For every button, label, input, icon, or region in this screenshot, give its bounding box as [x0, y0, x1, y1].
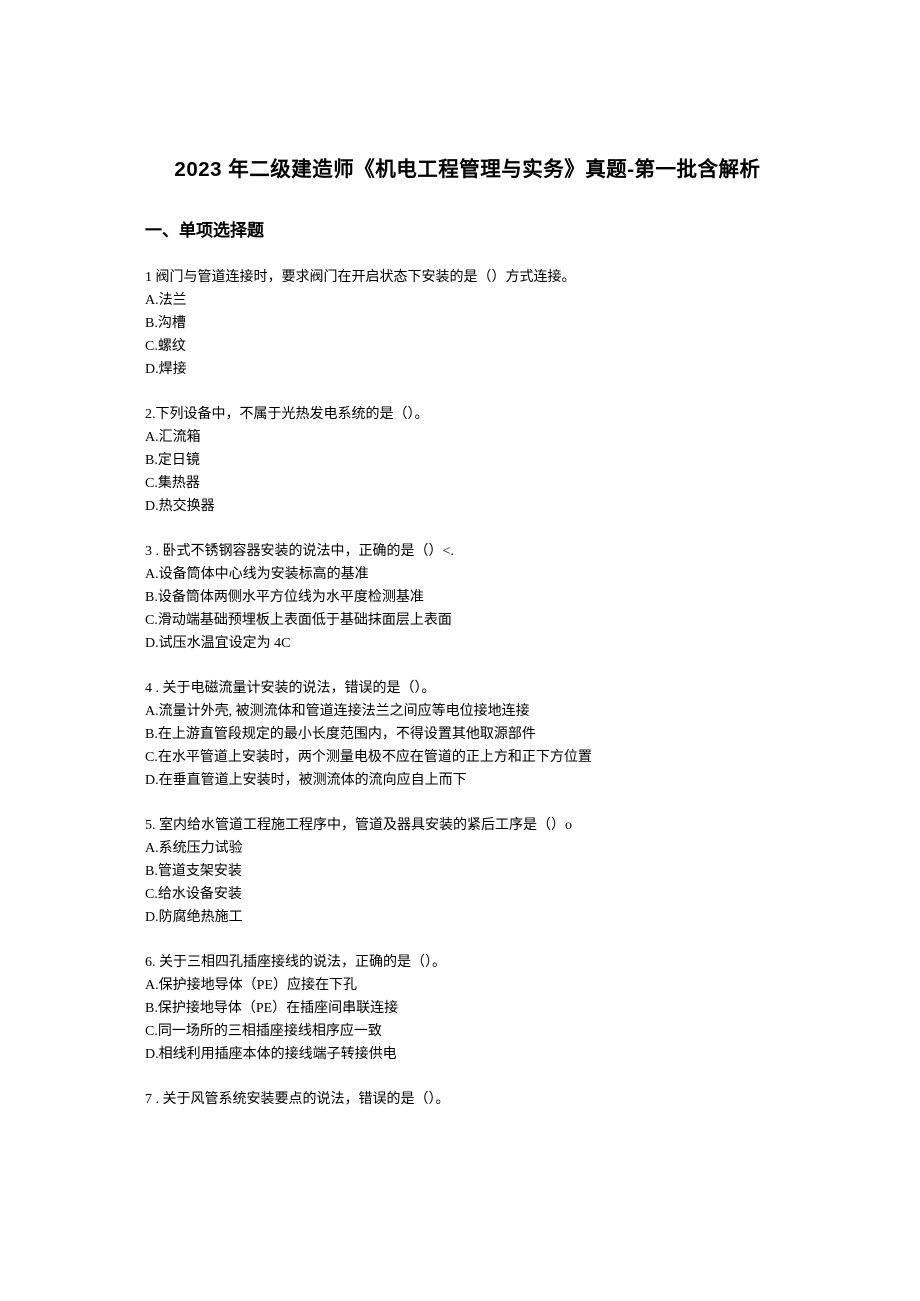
question-option: C.螺纹: [145, 336, 790, 357]
question-option: D.焊接: [145, 359, 790, 380]
question-stem: 4 . 关于电磁流量计安装的说法，错误的是（）。: [145, 678, 790, 699]
question-option: A.保护接地导体（PE）应接在下孔: [145, 975, 790, 996]
question-option: C.给水设备安装: [145, 884, 790, 905]
question-option: D.在垂直管道上安装时，被测流体的流向应自上而下: [145, 770, 790, 791]
question-option: B.保护接地导体（PE）在插座间串联连接: [145, 998, 790, 1019]
question-option: B.沟槽: [145, 313, 790, 334]
question-option: D.试压水温宜设定为 4C: [145, 633, 790, 654]
question-block: 4 . 关于电磁流量计安装的说法，错误的是（）。 A.流量计外壳, 被测流体和管…: [145, 678, 790, 791]
question-stem: 1 阀门与管道连接时，要求阀门在开启状态下安装的是（）方式连接。: [145, 267, 790, 288]
question-option: B.定日镜: [145, 450, 790, 471]
question-stem: 7 . 关于风管系统安装要点的说法，错误的是（）。: [145, 1089, 790, 1110]
question-option: B.管道支架安装: [145, 861, 790, 882]
question-option: C.集热器: [145, 473, 790, 494]
question-block: 1 阀门与管道连接时，要求阀门在开启状态下安装的是（）方式连接。 A.法兰 B.…: [145, 267, 790, 380]
question-option: C.滑动端基础预埋板上表面低于基础抹面层上表面: [145, 610, 790, 631]
question-option: A.流量计外壳, 被测流体和管道连接法兰之间应等电位接地连接: [145, 701, 790, 722]
question-option: A.法兰: [145, 290, 790, 311]
section-heading: 一、单项选择题: [145, 218, 790, 244]
question-option: D.热交换器: [145, 496, 790, 517]
question-option: D.防腐绝热施工: [145, 907, 790, 928]
question-option: A.汇流箱: [145, 427, 790, 448]
question-option: C.同一场所的三相插座接线相序应一致: [145, 1021, 790, 1042]
page-title: 2023 年二级建造师《机电工程管理与实务》真题-第一批含解析: [145, 155, 790, 186]
question-option: D.相线利用插座本体的接线端子转接供电: [145, 1044, 790, 1065]
question-block: 3 . 卧式不锈钢容器安装的说法中，正确的是（）<. A.设备筒体中心线为安装标…: [145, 541, 790, 654]
question-option: A.系统压力试验: [145, 838, 790, 859]
question-stem: 3 . 卧式不锈钢容器安装的说法中，正确的是（）<.: [145, 541, 790, 562]
question-stem: 5. 室内给水管道工程施工程序中，管道及器具安装的紧后工序是（）o: [145, 815, 790, 836]
question-stem: 6. 关于三相四孔插座接线的说法，正确的是（）。: [145, 952, 790, 973]
question-option: A.设备筒体中心线为安装标高的基准: [145, 564, 790, 585]
question-block: 5. 室内给水管道工程施工程序中，管道及器具安装的紧后工序是（）o A.系统压力…: [145, 815, 790, 928]
question-option: B.在上游直管段规定的最小长度范围内，不得设置其他取源部件: [145, 724, 790, 745]
question-option: B.设备筒体两侧水平方位线为水平度检测基准: [145, 587, 790, 608]
question-stem: 2.下列设备中，不属于光热发电系统的是（）。: [145, 404, 790, 425]
question-option: C.在水平管道上安装时，两个测量电极不应在管道的正上方和正下方位置: [145, 747, 790, 768]
question-block: 7 . 关于风管系统安装要点的说法，错误的是（）。: [145, 1089, 790, 1110]
question-block: 2.下列设备中，不属于光热发电系统的是（）。 A.汇流箱 B.定日镜 C.集热器…: [145, 404, 790, 517]
question-block: 6. 关于三相四孔插座接线的说法，正确的是（）。 A.保护接地导体（PE）应接在…: [145, 952, 790, 1065]
